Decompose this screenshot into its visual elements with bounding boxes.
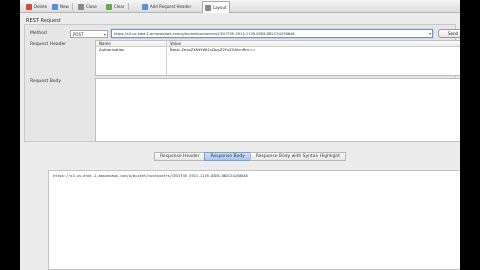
new-document-icon [52,3,58,10]
response-tabs: Response Header Response Body Response B… [154,152,346,161]
request-body-label: Request Body [30,79,62,84]
toolbar-separator [128,3,129,10]
header-name-cell[interactable]: Authorization [99,47,124,53]
delete-label: Delete [34,4,48,9]
tab-response-body-syntax[interactable]: Response Body with Syntax Highlight [249,152,346,161]
url-input[interactable]: https://s3.us-east-1.amazonaws.com/a/buc… [111,29,433,38]
new-label: New [60,4,69,9]
clear-button[interactable]: Clear [104,2,126,11]
layout-label: Layout [213,5,227,10]
request-body-textarea[interactable] [95,78,460,142]
close-label: Close [86,4,97,9]
layout-button[interactable]: Layout [202,1,230,13]
header-value-cell[interactable]: Basic ZmlsZXNtYWt1cDpxZ2FuZGhlcnRm== [170,47,255,53]
chevron-down-icon: ▾ [428,30,431,37]
method-value: POST [73,32,84,37]
tab-response-header[interactable]: Response Header [154,152,206,161]
letterbox-left [0,0,20,270]
toolbar-separator [72,3,73,10]
add-request-header-button[interactable]: Add Request Header [140,2,193,11]
method-select[interactable]: POST ▾ [70,30,108,38]
rest-client-window: Delete New Close Clear Add Request Heade… [20,0,460,270]
method-label: Method [30,31,47,36]
request-header-label: Request Header [30,42,67,47]
send-button[interactable]: Send [438,29,460,38]
delete-button[interactable]: Delete [24,2,49,11]
tab-response-body[interactable]: Response Body [204,152,251,161]
toolbar: Delete New Close Clear Add Request Heade… [20,0,460,13]
close-icon [78,3,84,10]
clear-label: Clear [114,4,125,9]
add-request-header-label: Add Request Header [150,4,192,9]
response-body-area[interactable]: https://s3.us-east-1.amazonaws.com/a/buc… [48,170,460,270]
response-body-text: https://s3.us-east-1.amazonaws.com/a/buc… [53,174,248,178]
layout-icon [205,4,211,11]
close-button[interactable]: Close [76,2,99,11]
clear-icon [106,3,112,10]
url-value: https://s3.us-east-1.amazonaws.com/a/buc… [114,32,295,36]
add-header-icon [142,3,148,10]
chevron-down-icon: ▾ [103,32,106,37]
request-header-table[interactable]: Name Value + Authorization Basic ZmlsZXN… [95,40,460,76]
delete-icon [26,3,32,10]
letterbox-right [460,0,480,270]
new-button[interactable]: New [50,2,71,11]
table-row[interactable]: Authorization Basic ZmlsZXNtYWt1cDpxZ2Fu… [96,47,460,53]
